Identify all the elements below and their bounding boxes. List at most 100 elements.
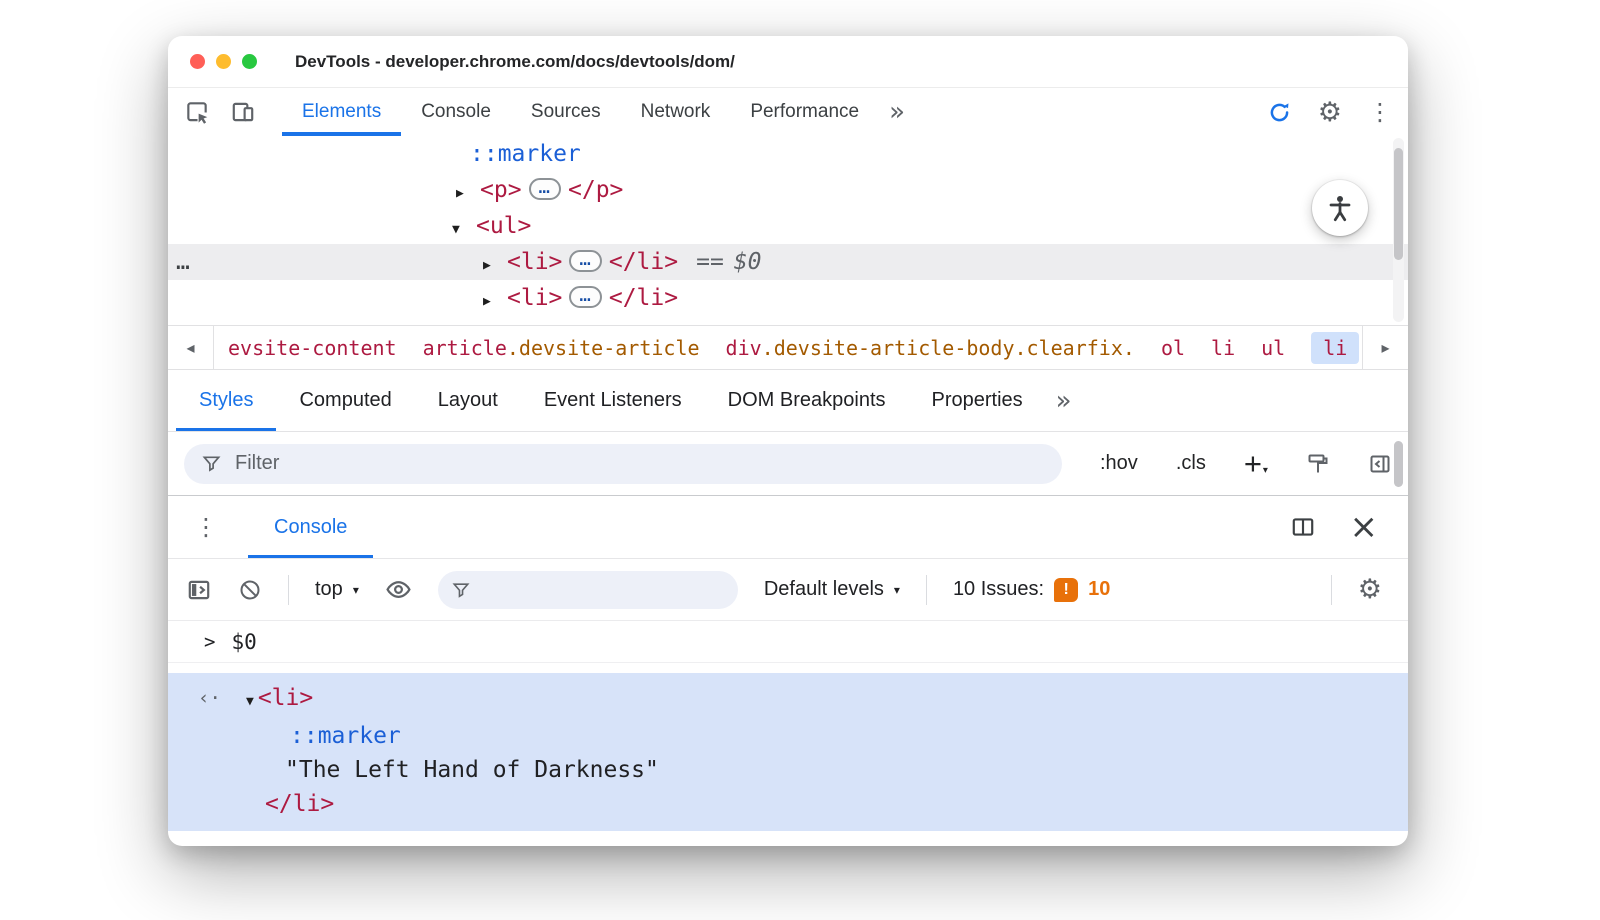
ul-open-tag: <ul>	[476, 213, 532, 239]
toggle-element-state-button[interactable]: :hov	[1100, 452, 1138, 475]
tab-layout[interactable]: Layout	[415, 370, 521, 431]
issues-label: 10 Issues:	[952, 578, 1045, 600]
console-input-line[interactable]: > $0	[168, 621, 1408, 663]
breadcrumb-item-li[interactable]: li	[1211, 336, 1235, 360]
inline-expand-button[interactable]: …	[528, 177, 561, 200]
dom-node-marker[interactable]: ::marker	[168, 136, 1408, 172]
issues-counter[interactable]: 10 Issues: ! 10	[952, 577, 1110, 602]
sync-icon[interactable]	[1267, 100, 1292, 125]
console-prompt-icon: >	[204, 630, 216, 653]
settings-gear-icon[interactable]: ⚙	[1318, 99, 1342, 126]
tab-network[interactable]: Network	[621, 88, 731, 136]
result-li-open-line: ▼ <li>	[168, 681, 1408, 719]
inline-expand-button[interactable]: …	[569, 249, 602, 272]
clear-console-icon[interactable]	[238, 578, 262, 602]
inline-expand-button[interactable]: …	[569, 285, 602, 308]
p-open-tag: <p>	[480, 177, 522, 203]
tab-event-listeners[interactable]: Event Listeners	[521, 370, 705, 431]
breadcrumb-item-li-selected[interactable]: li	[1311, 331, 1360, 364]
live-expression-eye-icon[interactable]	[385, 576, 412, 603]
element-classes-button[interactable]: .cls	[1176, 452, 1206, 475]
crumb-tag: article	[422, 335, 507, 360]
dom-tree: ::marker ▶ <p>… </p> ▼ <ul> … ▶ <li>… </li> ==…	[168, 136, 1408, 325]
crumb-classes: .devsite-article	[506, 335, 700, 360]
result-li-close-line: </li>	[265, 791, 335, 817]
log-levels-value: Default levels	[763, 578, 884, 600]
accessibility-person-icon	[1325, 193, 1355, 223]
panel-tabs: Elements Console Sources Network Perform…	[282, 88, 915, 136]
li-open-tag: <li>	[507, 285, 563, 311]
tab-elements[interactable]: Elements	[282, 88, 401, 136]
tab-dom-breakpoints[interactable]: DOM Breakpoints	[705, 370, 909, 431]
console-input-value: $0	[231, 629, 257, 654]
console-drawer-header: ⋮ Console ×	[168, 496, 1408, 559]
tab-console-drawer[interactable]: Console	[248, 496, 373, 558]
divider	[925, 574, 927, 605]
sidebar-toggle-icon[interactable]	[1368, 452, 1392, 476]
new-style-rule-button[interactable]: + ▾	[1243, 445, 1268, 481]
console-toolbar: top ▾ Default levels ▾ 10 Issues: ! 10 ⚙	[168, 559, 1408, 621]
expand-arrow-icon[interactable]: ▶	[483, 248, 507, 284]
breadcrumb-item-div[interactable]: div.devsite-article-body.clearfix.	[726, 336, 1135, 360]
styles-filter-field[interactable]	[184, 443, 1062, 484]
tab-styles[interactable]: Styles	[176, 370, 276, 431]
device-toolbar-icon[interactable]	[230, 99, 256, 125]
plus-icon: +	[1243, 445, 1262, 481]
breadcrumb-item-ul[interactable]: ul	[1261, 336, 1285, 360]
minimize-window-button[interactable]	[216, 54, 231, 69]
paint-roller-icon[interactable]	[1306, 452, 1330, 476]
marker-pseudo-element: ::marker	[470, 141, 581, 167]
expand-arrow-icon[interactable]: ▶	[483, 284, 507, 320]
close-window-button[interactable]	[190, 54, 205, 69]
inspect-element-icon[interactable]	[184, 99, 210, 125]
breadcrumb-forward-button[interactable]: ▸	[1362, 326, 1408, 369]
scrollbar-thumb[interactable]	[1394, 441, 1403, 487]
filter-funnel-icon	[202, 454, 221, 473]
console-filter-input[interactable]	[479, 577, 724, 602]
tab-properties[interactable]: Properties	[909, 370, 1046, 431]
sidebar-tabs: Styles Computed Layout Event Listeners D…	[168, 370, 1408, 432]
chevron-down-icon: ▾	[352, 582, 359, 597]
eval-result-arrow-icon: ‹·	[198, 687, 221, 709]
p-close-tag: </p>	[568, 177, 624, 203]
li-close-tag: </li>	[608, 285, 679, 311]
more-sidebar-tabs-chevron-icon[interactable]: »	[1046, 370, 1082, 431]
dom-node-p[interactable]: ▶ <p>… </p>	[168, 172, 1408, 208]
dom-node-ul[interactable]: ▼ <ul>	[168, 208, 1408, 244]
tab-performance[interactable]: Performance	[730, 88, 879, 136]
dom-node-li-selected[interactable]: … ▶ <li>… </li> == $0	[168, 244, 1408, 280]
devtools-toolbar: Elements Console Sources Network Perform…	[168, 88, 1408, 136]
chevron-down-icon: ▾	[893, 582, 900, 597]
tab-console[interactable]: Console	[401, 88, 511, 136]
zoom-window-button[interactable]	[242, 54, 257, 69]
breadcrumb-item-devsite-content[interactable]: evsite-content	[228, 336, 397, 360]
tab-computed[interactable]: Computed	[276, 370, 414, 431]
close-drawer-icon[interactable]: ×	[1350, 510, 1379, 544]
title-bar: DevTools - developer.chrome.com/docs/dev…	[168, 36, 1408, 88]
breadcrumb-item-article[interactable]: article.devsite-article	[423, 336, 700, 360]
more-panels-chevron-icon[interactable]: »	[879, 88, 915, 136]
tab-sources[interactable]: Sources	[511, 88, 621, 136]
scrollbar-thumb[interactable]	[1394, 148, 1403, 260]
breadcrumb-back-button[interactable]: ◂	[168, 326, 214, 369]
divider	[288, 574, 289, 605]
expand-arrow-icon[interactable]: ▶	[456, 176, 480, 212]
collapse-arrow-icon[interactable]: ▼	[452, 212, 476, 248]
console-sidebar-icon[interactable]	[186, 577, 212, 603]
breadcrumb-item-ol[interactable]: ol	[1161, 336, 1185, 360]
styles-filter-input[interactable]	[233, 451, 1044, 476]
dom-node-li[interactable]: ▶ <li>… </li>	[168, 280, 1408, 316]
main-menu-kebab-icon[interactable]: ⋮	[1368, 100, 1392, 124]
console-filter-field[interactable]	[437, 570, 738, 609]
styles-toolbar: :hov .cls + ▾	[168, 432, 1408, 496]
li-open-tag: <li>	[507, 249, 563, 275]
drawer-menu-kebab-icon[interactable]: ⋮	[194, 515, 218, 539]
accessibility-overlay-button[interactable]	[1312, 180, 1368, 236]
log-levels-dropdown[interactable]: Default levels ▾	[764, 578, 900, 601]
javascript-context-dropdown[interactable]: top ▾	[315, 578, 359, 601]
crumb-tag: div	[725, 335, 762, 360]
collapse-arrow-icon[interactable]: ▼	[246, 685, 254, 719]
console-settings-gear-icon[interactable]: ⚙	[1358, 576, 1382, 603]
split-panel-icon[interactable]	[1290, 514, 1316, 540]
divider	[1330, 574, 1332, 605]
